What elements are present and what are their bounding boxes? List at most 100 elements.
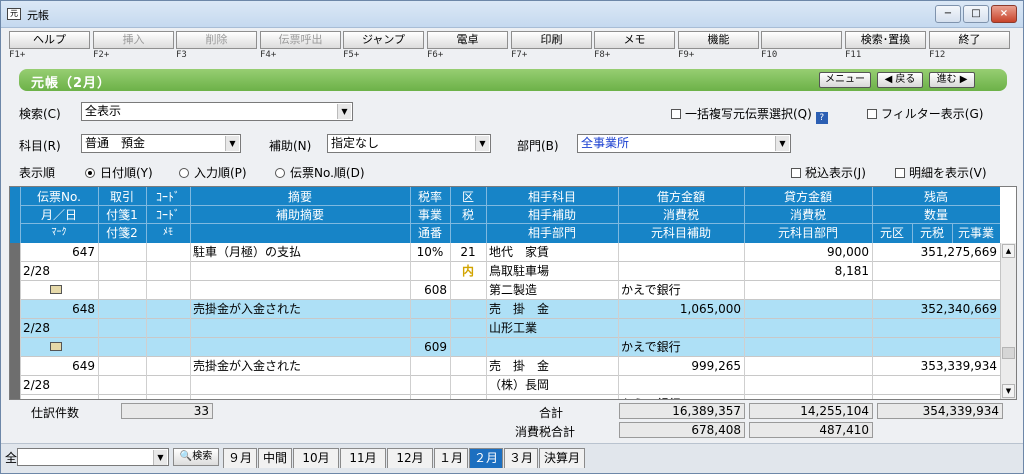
fkey-8-button[interactable]: メモ: [594, 31, 675, 49]
tax-total-label: 消費税合計: [515, 425, 576, 439]
ledger-cell-src_sub: かえで銀行: [621, 340, 681, 354]
tab-month[interactable]: 10月: [293, 448, 339, 468]
department-select-value: 全事業所: [581, 136, 630, 150]
ledger-cell-credit: [747, 357, 869, 375]
fkey-4-button[interactable]: 伝票呼出: [260, 31, 341, 49]
search-select[interactable]: 全表示 ▼: [81, 102, 353, 121]
grid-column-divider: [744, 243, 745, 399]
ledger-cell-partner: 売 掛 金: [489, 302, 550, 316]
tab-month[interactable]: 中間: [258, 448, 292, 468]
back-button[interactable]: ◀ 戻る: [877, 72, 923, 88]
mark-cell: [50, 281, 70, 299]
grid-header-cell: 付箋2: [106, 226, 138, 240]
grid-column-divider: [146, 243, 147, 399]
grid-header-cell: 元科目部門: [777, 226, 838, 240]
grid-header-divider: [952, 224, 953, 243]
fkey-1-button[interactable]: ヘルプ: [9, 31, 90, 49]
fkey-10-button[interactable]: [761, 31, 842, 49]
fkey-3-button[interactable]: 削除: [176, 31, 257, 49]
fkey-9-button[interactable]: 機能: [678, 31, 759, 49]
dropdown-arrow-icon[interactable]: ▼: [153, 450, 167, 465]
maximize-button[interactable]: □: [963, 5, 989, 23]
tab-month[interactable]: １月: [434, 448, 468, 468]
grid-header-cell: 消費税: [662, 208, 699, 222]
help-icon[interactable]: ?: [815, 112, 828, 124]
account-select[interactable]: 普通 預金 ▼: [81, 134, 241, 153]
show-detail-checkbox[interactable]: 明細を表示(V): [895, 164, 987, 181]
grid-header-cell: ﾒﾓ: [163, 227, 173, 238]
fkey-5-button[interactable]: ジャンプ: [343, 31, 424, 49]
tab-search-button[interactable]: 🔍検索: [173, 448, 219, 466]
grid-header-divider: [618, 187, 619, 243]
sub-account-select[interactable]: 指定なし ▼: [327, 134, 491, 153]
ledger-cell-kubun: [453, 300, 483, 318]
next-button[interactable]: 進む ▶: [929, 72, 975, 88]
memo-mark-icon[interactable]: [50, 285, 62, 294]
vertical-scrollbar[interactable]: ▲ ▼: [1000, 243, 1016, 399]
department-select[interactable]: 全事業所 ▼: [577, 134, 791, 153]
checkbox-box-icon[interactable]: [791, 168, 801, 178]
fkey-6-shortcut: F6+: [427, 50, 444, 60]
grid-column-divider: [20, 243, 21, 399]
grid-header-divider: [20, 187, 21, 243]
fkey-11-button[interactable]: 検索･置換: [845, 31, 926, 49]
ledger-cell-partner_dept: [489, 395, 615, 399]
dropdown-arrow-icon[interactable]: ▼: [475, 136, 489, 151]
radio-selected-icon[interactable]: [85, 168, 95, 178]
grid-header-cell: 貸方金額: [783, 190, 832, 204]
grid-header-cell: 消費税: [789, 208, 826, 222]
order-input-radio[interactable]: 入力順(P): [179, 164, 247, 181]
tab-search-select[interactable]: ▼: [17, 448, 169, 466]
radio-icon[interactable]: [179, 168, 189, 178]
dropdown-arrow-icon[interactable]: ▼: [775, 136, 789, 151]
tab-month[interactable]: ３月: [504, 448, 538, 468]
tab-search-button-label: 検索: [192, 451, 213, 462]
grid-header-divider: [410, 187, 411, 243]
tab-month[interactable]: 12月: [387, 448, 433, 468]
fkey-6-button[interactable]: 電卓: [427, 31, 508, 49]
ledger-cell-balance: 351,275,669: [920, 245, 997, 259]
tab-month[interactable]: 11月: [340, 448, 386, 468]
scroll-thumb[interactable]: [1002, 347, 1015, 359]
order-slip-label: 伝票No.順(D): [290, 166, 365, 180]
department-label: 部門(B): [517, 139, 559, 153]
checkbox-box-icon[interactable]: [867, 109, 877, 119]
sub-account-label: 補助(N): [269, 139, 312, 153]
mark-cell: [50, 338, 70, 356]
dropdown-arrow-icon[interactable]: ▼: [337, 104, 351, 119]
grid-header-divider: [20, 223, 1000, 224]
fkey-7-button[interactable]: 印刷: [511, 31, 592, 49]
grid-header-divider: [450, 187, 451, 243]
fkey-2-button[interactable]: 挿入: [93, 31, 174, 49]
checkbox-box-icon[interactable]: [671, 109, 681, 119]
ledger-cell-serial: 609: [424, 340, 447, 354]
order-slip-radio[interactable]: 伝票No.順(D): [275, 164, 365, 181]
grid-header-divider: [744, 187, 745, 243]
scroll-down-icon[interactable]: ▼: [1002, 384, 1015, 398]
tax-included-checkbox[interactable]: 税込表示(J): [791, 164, 866, 181]
search-select-value: 全表示: [85, 104, 122, 118]
dropdown-arrow-icon[interactable]: ▼: [225, 136, 239, 151]
radio-icon[interactable]: [275, 168, 285, 178]
tab-month[interactable]: ９月: [223, 448, 257, 468]
scroll-up-icon[interactable]: ▲: [1002, 244, 1015, 258]
order-date-radio[interactable]: 日付順(Y): [85, 164, 153, 181]
close-button[interactable]: ×: [991, 5, 1017, 23]
memo-mark-icon[interactable]: [50, 342, 62, 351]
tab-month[interactable]: 決算月: [539, 448, 585, 468]
app-icon: 元: [7, 8, 21, 20]
memo-mark-icon[interactable]: [50, 399, 62, 400]
tax-included-label: 税込表示(J): [805, 166, 866, 180]
minimize-button[interactable]: −: [935, 5, 961, 23]
tab-month[interactable]: ２月: [469, 448, 503, 468]
ledger-cell-partner_sub: 鳥取駐車場: [489, 264, 550, 278]
checkbox-box-icon[interactable]: [895, 168, 905, 178]
fkey-4-shortcut: F4+: [260, 50, 277, 60]
bulk-copy-checkbox[interactable]: 一括複写元伝票選択(Q)?: [671, 105, 828, 124]
mark-cell: [50, 395, 70, 400]
menu-button[interactable]: メニュー: [819, 72, 871, 88]
ledger-cell-partner_sub: 山形工業: [489, 321, 538, 335]
fkey-12-button[interactable]: 終了: [929, 31, 1010, 49]
filter-checkbox[interactable]: フィルター表示(G): [867, 105, 983, 122]
grid-header-divider: [486, 187, 487, 243]
